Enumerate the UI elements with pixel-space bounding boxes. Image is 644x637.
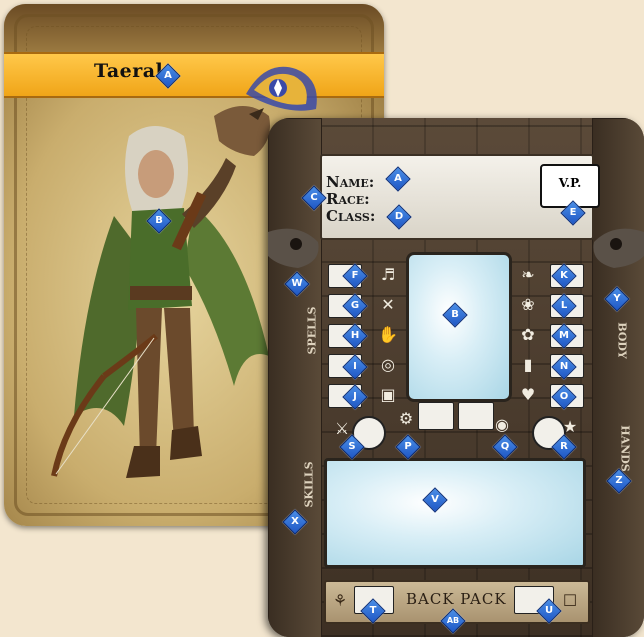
skull-left-icon [268,228,319,268]
hands-label: HANDS [618,425,632,472]
fist-icon: ✋ [378,324,398,344]
crossed-swords-icon: ✕ [381,294,395,314]
hero-illustration [51,106,270,478]
gear-icon: ⚙ [398,408,414,428]
amulet-icon: ◉ [495,414,509,434]
race-label: Race: [326,190,370,208]
bag-icon: ☐ [562,590,578,610]
skills-panel[interactable] [324,458,586,568]
class-label: Class: [326,207,376,225]
backpack-label: BACK PACK [406,590,507,608]
pouch-icon: ⚘ [332,590,348,610]
wing-icon: ❧ [521,264,535,284]
name-label: Name: [326,173,375,191]
star-icon: ★ [562,416,578,436]
portrait-panel[interactable] [406,252,512,402]
slot-p-right[interactable] [458,402,494,430]
identity-labels: Name: Race: Class: [326,174,375,225]
slot-p-left[interactable] [418,402,454,430]
spells-label: SPELLS [305,306,319,355]
boot-icon: ♬ [380,264,396,284]
heart-pulse-icon: ♥ [520,384,536,404]
brain-icon: ❀ [521,294,535,314]
hero-name: Taeral [94,60,164,82]
swirl-icon: ✿ [521,324,535,344]
gifts-icon: ▣ [380,384,396,404]
skull-right-icon [593,228,644,268]
banner-icon: ▮ [523,354,533,374]
body-label: BODY [615,322,629,359]
target-icon: ◎ [381,354,395,374]
skills-label: SKILLS [302,461,316,508]
